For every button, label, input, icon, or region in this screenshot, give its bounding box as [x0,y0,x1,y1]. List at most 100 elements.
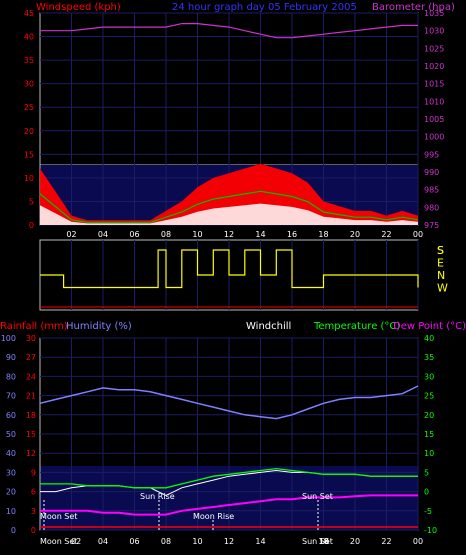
direction-letter: W [437,282,448,295]
top-x-tick: 14 [255,230,265,239]
rainfall-tick: 30 [26,334,36,343]
windspeed-tick: 35 [24,56,34,65]
top-x-tick: 04 [98,230,108,239]
top-x-tick: 02 [66,230,76,239]
windspeed-tick: 45 [24,9,34,18]
sun-rise-label: Sun Rise [140,492,175,501]
top-x-tick: 00 [413,230,423,239]
top-x-tick: 08 [161,230,171,239]
windspeed-tick: 0 [29,221,34,230]
rainfall-tick: 18 [26,411,36,420]
weather-graph: Windspeed (kph) 24 hour graph day 05 Feb… [0,2,466,546]
humidity-tick: 20 [6,488,16,497]
barometer-tick: 1035 [424,9,444,18]
temperature-tick: 5 [424,468,429,477]
windspeed-tick: 20 [24,127,34,136]
rainfall-axis-label: Rainfall (mm) [0,321,68,332]
temperature-tick: -5 [424,507,432,516]
windspeed-axis-label: Windspeed (kph) [36,2,121,13]
bottom-x-tick: 04 [98,537,108,546]
humidity-tick: 40 [6,449,16,458]
bottom-x-tick: 12 [224,537,234,546]
barometer-tick: 980 [424,203,439,212]
temperature-tick: 10 [424,449,434,458]
rainfall-tick: 3 [31,507,36,516]
humidity-tick: 10 [6,507,16,516]
rainfall-tick-labels: 302724211815129630 [26,334,36,535]
direction-letter: S [437,244,444,257]
barometer-tick: 990 [424,168,439,177]
barometer-tick: 1010 [424,97,444,106]
barometer-tick: 1025 [424,44,444,53]
barometer-tick: 1005 [424,115,444,124]
rainfall-tick: 6 [31,488,36,497]
top-x-tick: 16 [287,230,297,239]
humidity-tick: 70 [6,392,16,401]
temperature-tick: 35 [424,353,434,362]
rainfall-tick: 12 [26,449,36,458]
barometer-tick: 985 [424,186,439,195]
humidity-tick-labels: 1009080706050403020100 [1,334,16,535]
top-x-tick-labels: 02 04 06 08 10 12 14 16 18 20 22 00 [66,230,423,239]
top-x-tick: 12 [224,230,234,239]
moon-set-label: Moon Set [40,512,77,521]
bottom-x-tick: 00 [413,537,423,546]
bottom-x-tick: 22 [381,537,391,546]
temperature-axis-label: Temperature (°C) [313,321,400,332]
humidity-tick: 30 [6,468,16,477]
temperature-tick: 15 [424,430,434,439]
barometer-tick: 1015 [424,80,444,89]
temperature-tick: 0 [424,488,429,497]
windspeed-tick: 25 [24,103,34,112]
windchill-label: Windchill [246,321,291,332]
bottom-x-label-02: 02 [71,537,81,546]
bottom-x-tick-labels: 04 06 08 10 12 14 18 20 22 00 [98,537,423,546]
sun-set-label: Sun Set [302,492,333,501]
temperature-tick-labels: 40 35 30 25 20 15 10 5 0 -5 -10 [424,334,437,535]
barometer-tick: 1030 [424,27,444,36]
top-x-tick: 20 [350,230,360,239]
moon-rise-label: Moon Rise [193,512,234,521]
windspeed-tick: 10 [24,174,34,183]
rainfall-tick: 15 [26,430,36,439]
direction-letter: E [437,257,444,270]
bottom-x-tick: 10 [192,537,202,546]
windspeed-tick: 15 [24,150,34,159]
temperature-tick: 25 [424,392,434,401]
direction-letter: N [437,269,445,282]
windspeed-tick: 5 [29,197,34,206]
bottom-x-tick: 20 [350,537,360,546]
humidity-tick: 100 [1,334,16,343]
temperature-tick: -10 [424,526,437,535]
windspeed-tick: 30 [24,80,34,89]
rainfall-tick: 21 [26,392,36,401]
windspeed-tick-labels: 45 40 35 30 25 20 15 10 5 0 [24,9,34,230]
top-x-tick: 06 [129,230,139,239]
temperature-tick: 20 [424,411,434,420]
temperature-tick: 40 [424,334,434,343]
top-x-tick: 10 [192,230,202,239]
bottom-x-tick: 06 [129,537,139,546]
barometer-tick: 995 [424,150,439,159]
bottom-x-tick: 14 [255,537,265,546]
top-x-tick: 22 [381,230,391,239]
rainfall-tick: 24 [26,372,36,381]
bottom-x-label-16: 16 [319,537,329,546]
humidity-tick: 0 [11,526,16,535]
top-x-tick: 18 [318,230,328,239]
humidity-axis-label: Humidity (%) [66,321,132,332]
humidity-tick: 90 [6,353,16,362]
dewpoint-axis-label: Dew Point (°C) [393,321,466,332]
windspeed-tick: 40 [24,33,34,42]
barometer-tick: 1000 [424,133,444,142]
humidity-tick: 80 [6,372,16,381]
barometer-tick: 1020 [424,62,444,71]
rainfall-tick: 0 [31,526,36,535]
barometer-tick: 975 [424,221,439,230]
rainfall-tick: 9 [31,468,36,477]
temperature-tick: 30 [424,372,434,381]
humidity-tick: 50 [6,430,16,439]
chart-title: 24 hour graph day 05 February 2005 [172,2,357,13]
humidity-tick: 60 [6,411,16,420]
barometer-tick-labels: 1035 1030 1025 1020 1015 1010 1005 1000 995 990 98… [424,9,444,230]
